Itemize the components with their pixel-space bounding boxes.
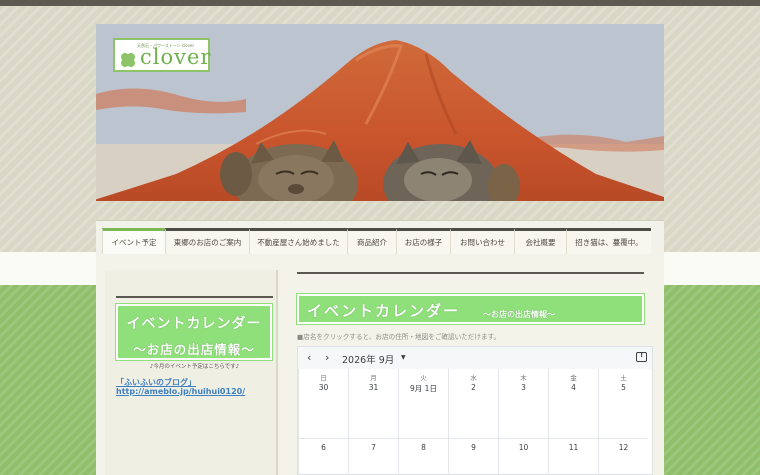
calendar-day-cell[interactable]: 月 31	[348, 369, 398, 439]
sidebar-banner-subtitle: ～お店の出店情報～	[133, 342, 255, 357]
feedback-icon[interactable]	[636, 351, 647, 362]
day-number: 5	[621, 383, 626, 392]
calendar-month-label[interactable]: 2026年 9月	[342, 352, 394, 366]
nav-contact[interactable]: お問い合わせ	[450, 228, 514, 254]
main-banner-subtitle: ～お店の出店情報～	[483, 310, 555, 319]
calendar-day-cell[interactable]: 7	[348, 439, 398, 475]
main-navigation: イベント予定 東郷のお店のご案内 不動産屋さん始めました 商品紹介 お店の様子 …	[96, 220, 664, 256]
day-number: 3	[521, 383, 526, 392]
day-number: 2	[471, 383, 476, 392]
calendar-day-cell[interactable]: 土5	[598, 369, 648, 439]
sidebar	[105, 270, 278, 475]
day-number: 11	[568, 443, 579, 452]
month-dropdown-icon[interactable]: ▼	[401, 354, 406, 361]
day-number: 31	[368, 383, 379, 392]
calendar-day-cell[interactable]: 火 9月 1日	[398, 369, 448, 439]
day-number: 9月 1日	[410, 384, 437, 393]
weekday-label: 土	[620, 374, 627, 382]
event-calendar: ‹ › 2026年 9月 ▼ 日30 月31 火 9月 1日 水2 木3 金4 土…	[297, 346, 653, 475]
nav-company[interactable]: 会社概要	[514, 228, 566, 254]
header-banner-image: 天然石・パワーストーン clover clover	[96, 24, 664, 201]
sidebar-event-calendar-banner: イベントカレンダー ～お店の出店情報～	[115, 303, 273, 361]
day-number: 9	[471, 443, 476, 452]
main-divider	[297, 272, 644, 274]
weekday-label: 木	[520, 374, 527, 382]
next-month-icon[interactable]: ›	[325, 351, 329, 364]
calendar-day-cell[interactable]: 水2	[448, 369, 498, 439]
calendar-day-cell[interactable]: 6	[298, 439, 348, 475]
clover-leaf-icon	[119, 51, 137, 73]
sidebar-note: ♪今月のイベント予定はこちらです♪	[149, 364, 240, 370]
nav-maneki-neko[interactable]: 招き猫は、蔓覆中。	[566, 228, 651, 254]
day-number: 4	[571, 383, 576, 392]
day-number: 10	[518, 443, 529, 452]
calendar-day-cell[interactable]: 金4	[548, 369, 598, 439]
calendar-day-cell[interactable]: 木3	[498, 369, 548, 439]
weekday-label: 水	[470, 374, 477, 382]
clover-logo[interactable]: 天然石・パワーストーン clover clover	[113, 38, 210, 72]
nav-event-schedule[interactable]: イベント予定	[102, 228, 165, 254]
calendar-day-cell[interactable]: 10	[498, 439, 548, 475]
day-number: 30	[318, 383, 329, 392]
blog-link-url[interactable]: http://ameblo.jp/huihui0120/	[116, 387, 245, 396]
calendar-day-cell[interactable]: 12	[598, 439, 648, 475]
nav-real-estate[interactable]: 不動産屋さん始めました	[249, 228, 347, 254]
sidebar-divider	[116, 296, 273, 298]
weekday-label: 月	[370, 374, 377, 382]
weekday-label: 金	[570, 374, 577, 382]
prev-month-icon[interactable]: ‹	[307, 351, 311, 364]
weekday-label: 日	[320, 374, 327, 382]
nav-shop-look[interactable]: お店の様子	[396, 228, 450, 254]
day-number: 7	[371, 443, 376, 452]
day-number: 8	[421, 443, 426, 452]
sidebar-banner-title: イベントカレンダー	[126, 316, 262, 332]
logo-name: clover	[140, 45, 212, 69]
nav-togo-shop-guide[interactable]: 東郷のお店のご案内	[165, 228, 249, 254]
nav-products[interactable]: 商品紹介	[347, 228, 396, 254]
calendar-header: ‹ › 2026年 9月 ▼	[298, 347, 652, 369]
calendar-day-cell[interactable]: 11	[548, 439, 598, 475]
calendar-day-cell[interactable]: 日 30	[298, 369, 348, 439]
day-number: 12	[618, 443, 629, 452]
main-note: ■店名をクリックすると、お店の住所・地図をご確認いただけます。	[297, 333, 501, 341]
day-number: 6	[321, 443, 326, 452]
weekday-label: 火	[420, 374, 427, 382]
top-bar	[0, 0, 760, 6]
main-event-calendar-banner: イベントカレンダー ～お店の出店情報～	[296, 293, 645, 325]
calendar-day-cell[interactable]: 8	[398, 439, 448, 475]
calendar-day-cell[interactable]: 9	[448, 439, 498, 475]
main-banner-title: イベントカレンダー	[307, 302, 461, 320]
